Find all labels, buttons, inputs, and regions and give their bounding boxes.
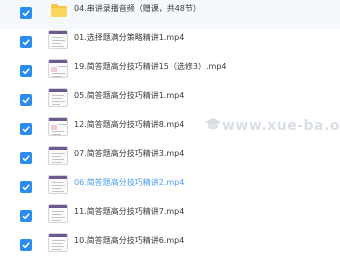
checkbox[interactable] [20, 7, 32, 19]
check-icon [22, 155, 30, 162]
checkbox[interactable] [20, 152, 32, 164]
graduation-cap-icon [204, 116, 222, 132]
list-item[interactable]: 05.简答题高分技巧精讲1.mp4 [0, 87, 340, 116]
check-icon [22, 213, 30, 220]
file-name[interactable]: 04.串讲录播音频（赠课，共48节） [74, 3, 201, 14]
file-name[interactable]: 11.简答题高分技巧精讲7.mp4 [74, 206, 184, 217]
file-name[interactable]: 01.选择题满分策略精讲1.mp4 [74, 32, 184, 43]
video-thumbnail-icon [48, 30, 68, 49]
list-item[interactable]: 10.简答题高分技巧精讲6.mp4 [0, 232, 340, 261]
video-thumbnail-icon [48, 59, 68, 78]
list-item[interactable]: 07.简答题高分技巧精讲3.mp4 [0, 145, 340, 174]
file-name[interactable]: 10.简答题高分技巧精讲6.mp4 [74, 235, 184, 246]
video-thumbnail-icon [48, 233, 68, 252]
video-thumbnail-icon [48, 146, 68, 165]
list-item[interactable]: 04.串讲录播音频（赠课，共48节） [0, 0, 340, 29]
watermark: www.xue-ba.org [222, 118, 340, 134]
check-icon [22, 68, 30, 75]
check-icon [22, 126, 30, 133]
list-item[interactable]: 19.简答题高分技巧精讲15（选修3）.mp4 [0, 58, 340, 87]
checkbox[interactable] [20, 210, 32, 222]
file-name[interactable]: 05.简答题高分技巧精讲1.mp4 [74, 90, 184, 101]
video-thumbnail-icon [48, 88, 68, 107]
video-thumbnail-icon [48, 117, 68, 136]
video-thumbnail-icon [48, 204, 68, 223]
checkbox[interactable] [20, 36, 32, 48]
checkbox[interactable] [20, 123, 32, 135]
file-name-active[interactable]: 06.简答题高分技巧精讲2.mp4 [74, 177, 184, 188]
checkbox[interactable] [20, 181, 32, 193]
folder-icon [51, 2, 67, 17]
list-item[interactable]: 11.简答题高分技巧精讲7.mp4 [0, 203, 340, 232]
check-icon [22, 184, 30, 191]
file-name[interactable]: 07.简答题高分技巧精讲3.mp4 [74, 148, 184, 159]
checkbox[interactable] [20, 65, 32, 77]
video-thumbnail-icon [48, 175, 68, 194]
list-item[interactable]: 01.选择题满分策略精讲1.mp4 [0, 29, 340, 58]
file-name[interactable]: 12.简答题高分技巧精讲8.mp4 [74, 119, 184, 130]
check-icon [22, 39, 30, 46]
check-icon [22, 242, 30, 249]
file-name[interactable]: 19.简答题高分技巧精讲15（选修3）.mp4 [74, 61, 227, 72]
list-item[interactable]: 06.简答题高分技巧精讲2.mp4 [0, 174, 340, 203]
check-icon [22, 97, 30, 104]
check-icon [22, 10, 30, 17]
checkbox[interactable] [20, 94, 32, 106]
checkbox[interactable] [20, 239, 32, 251]
